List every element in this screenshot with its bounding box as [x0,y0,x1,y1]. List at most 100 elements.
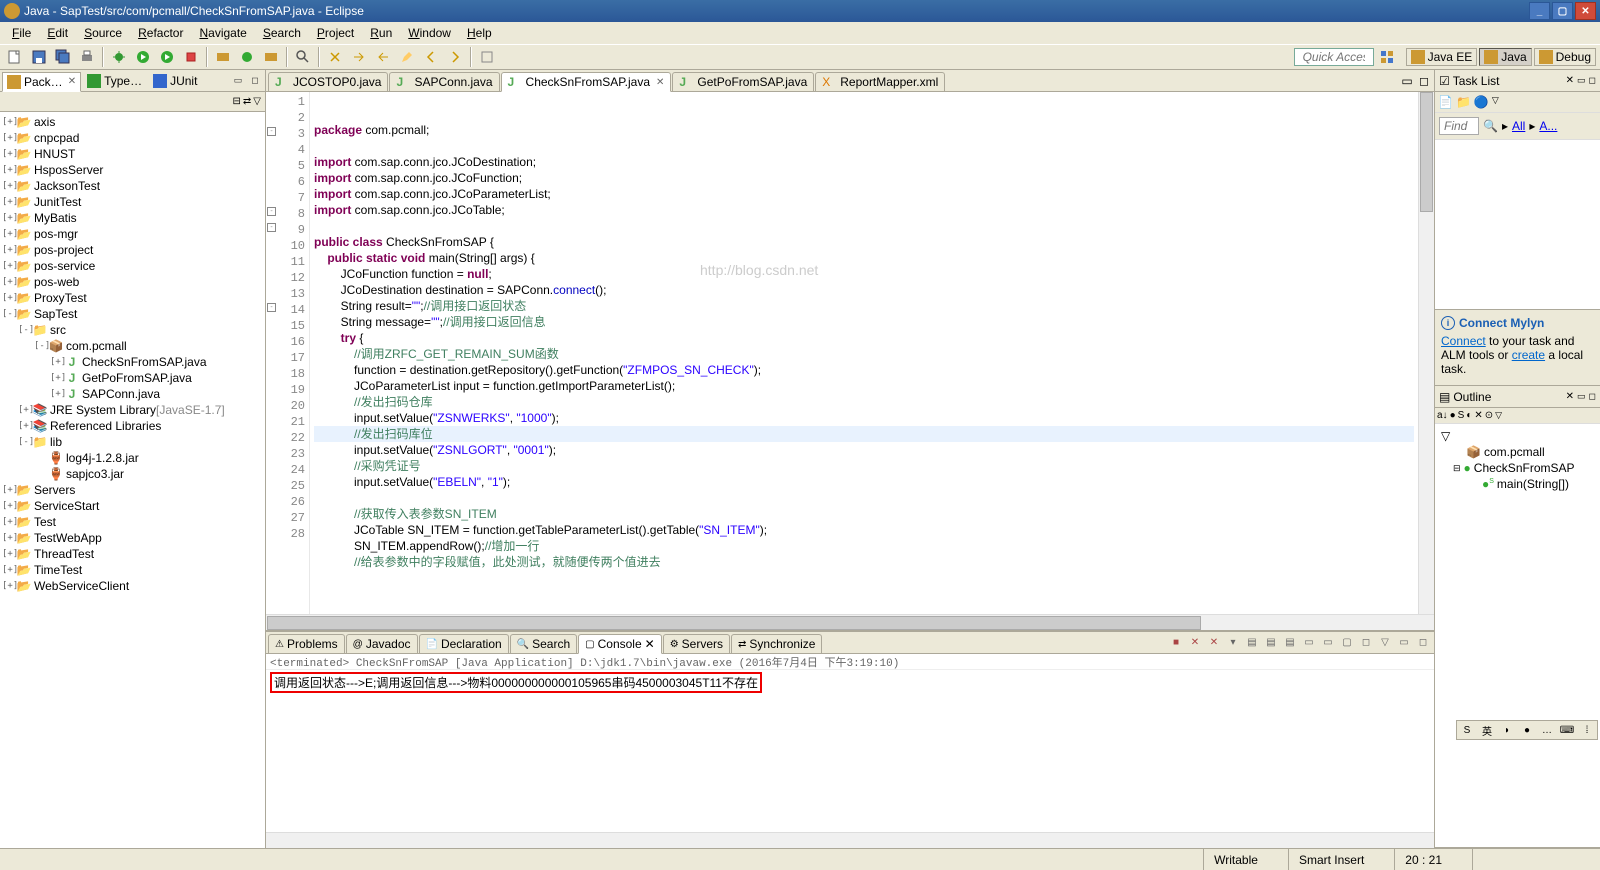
menu-search[interactable]: Search [255,24,309,42]
tree-node[interactable]: [+]📂Servers [0,482,265,498]
console-tool-13[interactable]: ◻ [1414,633,1432,651]
last-edit-button[interactable] [396,46,418,68]
close-button[interactable]: ✕ [1575,2,1596,20]
ext-tools-button[interactable] [180,46,202,68]
view-tab-junit[interactable]: JUnit [148,71,202,91]
open-perspective-button[interactable] [1376,46,1398,68]
new-button[interactable] [4,46,26,68]
search-button[interactable] [292,46,314,68]
new-class-button[interactable] [236,46,258,68]
outline-node[interactable]: 📦com.pcmall [1439,444,1596,460]
console-tool-8[interactable]: ▭ [1319,633,1337,651]
console-output[interactable]: 调用返回状态--->E;调用返回信息--->物料0000000000001059… [266,670,1434,832]
collapse-all-icon[interactable]: ⊟ [233,96,241,107]
tree-node[interactable]: [+]📂TestWebApp [0,530,265,546]
package-explorer-tree[interactable]: [+]📂axis[+]📂cnpcpad[+]📂HNUST[+]📂HsposSer… [0,112,265,848]
menu-navigate[interactable]: Navigate [191,24,254,42]
search-icon[interactable]: 🔍 [1483,119,1498,133]
ime-button-6[interactable]: ⁞ [1578,722,1596,738]
tree-node[interactable]: [-]📂SapTest [0,306,265,322]
minimize-view-icon[interactable]: ▭ [230,73,246,89]
outline-node[interactable]: ⊟●CheckSnFromSAP [1439,460,1596,476]
view-menu-icon[interactable]: ▽ [253,96,261,107]
task-list-close-icon[interactable]: ✕ [1566,75,1574,86]
tree-node[interactable]: [+]📂pos-service [0,258,265,274]
tree-node[interactable]: [+]📂pos-project [0,242,265,258]
close-icon[interactable]: ✕ [645,637,655,651]
view-tab-type[interactable]: Type… [82,71,147,91]
hide-local-icon[interactable]: ✕ [1474,410,1482,421]
bottom-tab-servers[interactable]: ⚙Servers [663,634,730,653]
tree-node[interactable]: [+]📂ProxyTest [0,290,265,306]
task-all-link[interactable]: All [1512,119,1525,133]
ime-button-5[interactable]: ⌨ [1558,722,1576,738]
tree-node[interactable]: [+]📂pos-mgr [0,226,265,242]
task-list-max-icon[interactable]: ◻ [1589,75,1596,86]
menu-window[interactable]: Window [400,24,459,42]
quick-access-input[interactable] [1294,48,1374,66]
ime-button-3[interactable]: ● [1518,722,1536,738]
tree-node[interactable]: [+]JSAPConn.java [0,386,265,402]
outline-tree[interactable]: ▽📦com.pcmall⊟●CheckSnFromSAP●Smain(Strin… [1435,424,1600,847]
tree-node[interactable]: [+]📂HNUST [0,146,265,162]
menu-file[interactable]: File [4,24,39,42]
toggle-mark-button[interactable] [324,46,346,68]
tree-node[interactable]: [+]📂ServiceStart [0,498,265,514]
hide-fields-icon[interactable]: ● [1450,410,1456,421]
tree-node[interactable]: [+]📂ThreadTest [0,546,265,562]
editor-min-icon[interactable]: ▭ [1399,73,1415,89]
close-icon[interactable]: ✕ [68,76,76,87]
forward-button[interactable] [444,46,466,68]
tree-node[interactable]: [+]📂pos-web [0,274,265,290]
menu-source[interactable]: Source [76,24,130,42]
tree-node[interactable]: [+]📚Referenced Libraries [0,418,265,434]
code-editor[interactable]: ---- 12345678910111213141516171819202122… [266,92,1434,614]
tree-node[interactable]: [+]📂HsposServer [0,162,265,178]
tree-node[interactable]: [-]📁lib [0,434,265,450]
outline-menu-icon[interactable]: ▽ [1495,410,1502,421]
tree-node[interactable]: [+]📂JacksonTest [0,178,265,194]
outline-min-icon[interactable]: ▭ [1577,391,1586,402]
hide-static-icon[interactable]: S [1458,410,1465,421]
tree-node[interactable]: [+]📂WebServiceClient [0,578,265,594]
save-button[interactable] [28,46,50,68]
menu-run[interactable]: Run [362,24,400,42]
tree-node[interactable]: 🏺log4j-1.2.8.jar [0,450,265,466]
editor-vscrollbar[interactable] [1418,92,1434,614]
tree-node[interactable]: [+]📂Test [0,514,265,530]
hide-nonpublic-icon[interactable]: ◐ [1466,410,1472,421]
editor-tab[interactable]: JJCOSTOP0.java [268,72,388,91]
console-tool-11[interactable]: ▽ [1376,633,1394,651]
focus-active-icon[interactable]: ⊙ [1485,410,1493,421]
print-button[interactable] [76,46,98,68]
task-list-min-icon[interactable]: ▭ [1577,75,1586,86]
console-tool-12[interactable]: ▭ [1395,633,1413,651]
perspective-java-ee[interactable]: Java EE [1406,48,1478,66]
prev-annotation-button[interactable] [372,46,394,68]
ime-button-4[interactable]: … [1538,722,1556,738]
ime-button-1[interactable]: 英 [1478,722,1496,738]
mylyn-create-link[interactable]: create [1512,348,1545,362]
focus-icon[interactable]: 🔵 [1474,95,1489,109]
categorize-icon[interactable]: 📁 [1456,95,1471,109]
menu-project[interactable]: Project [309,24,362,42]
new-package-button[interactable] [212,46,234,68]
ime-button-2[interactable]: ◗ [1498,722,1516,738]
tree-node[interactable]: [+]JCheckSnFromSAP.java [0,354,265,370]
perspective-java[interactable]: Java [1479,48,1531,66]
outline-max-icon[interactable]: ◻ [1589,391,1596,402]
outline-close-icon[interactable]: ✕ [1566,391,1574,402]
run-last-button[interactable] [156,46,178,68]
tree-node[interactable]: [+]📂axis [0,114,265,130]
sort-icon[interactable]: a↓ [1437,410,1448,421]
back-button[interactable] [420,46,442,68]
close-icon[interactable]: ✕ [656,77,664,88]
tree-node[interactable]: [+]📚JRE System Library [JavaSE-1.7] [0,402,265,418]
ime-button-0[interactable]: S [1458,722,1476,738]
code-area[interactable]: package com.pcmall;import com.sap.conn.j… [310,92,1418,614]
menu-help[interactable]: Help [459,24,500,42]
console-tool-6[interactable]: ▤ [1281,633,1299,651]
editor-hscrollbar[interactable] [266,614,1434,630]
editor-tab[interactable]: JCheckSnFromSAP.java✕ [501,72,672,92]
tree-node[interactable]: [+]JGetPoFromSAP.java [0,370,265,386]
